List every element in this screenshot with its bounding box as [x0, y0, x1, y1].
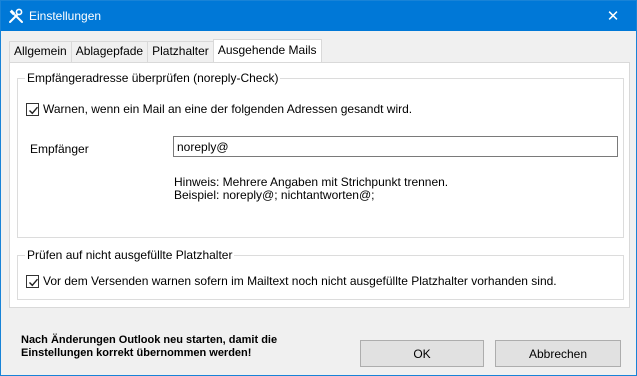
tab-platzhalter[interactable]: Platzhalter — [147, 41, 214, 62]
restart-note: Nach Änderungen Outlook neu starten, dam… — [21, 334, 278, 359]
tools-icon — [8, 8, 24, 24]
checkmark-icon — [29, 106, 39, 114]
cancel-button[interactable]: Abbrechen — [495, 340, 621, 367]
ok-button[interactable]: OK — [360, 340, 484, 367]
title-bar[interactable]: Einstellungen ✕ — [1, 1, 636, 31]
recipient-label: Empfänger — [30, 142, 89, 156]
tab-ablagepfade[interactable]: Ablagepfade — [70, 41, 149, 62]
tab-strip: Allgemein Ablagepfade Platzhalter Ausgeh… — [9, 39, 322, 62]
placeholder-warn-label: Vor dem Versenden warnen sofern im Mailt… — [43, 274, 557, 288]
placeholder-check-group: Prüfen auf nicht ausgefüllte Platzhalter… — [17, 248, 624, 300]
example-text: Beispiel: noreply@; nichtantworten@; — [174, 188, 375, 202]
checkmark-icon — [29, 278, 39, 286]
tab-ausgehende-mails[interactable]: Ausgehende Mails — [212, 39, 322, 62]
noreply-group-legend: Empfängeradresse überprüfen (noreply-Che… — [25, 71, 281, 85]
placeholder-group-legend: Prüfen auf nicht ausgefüllte Platzhalter — [25, 248, 235, 262]
tab-panel: Empfängeradresse überprüfen (noreply-Che… — [9, 62, 630, 308]
recipient-input[interactable] — [173, 136, 618, 157]
tab-allgemein[interactable]: Allgemein — [9, 41, 72, 62]
noreply-warn-label: Warnen, wenn ein Mail an eine der folgen… — [43, 102, 413, 116]
window-title: Einstellungen — [29, 9, 102, 23]
close-button[interactable]: ✕ — [590, 1, 636, 31]
noreply-warn-checkbox[interactable]: Warnen, wenn ein Mail an eine der folgen… — [26, 102, 412, 116]
noreply-check-group: Empfängeradresse überprüfen (noreply-Che… — [17, 71, 624, 238]
close-icon: ✕ — [606, 8, 620, 25]
checkbox-box[interactable] — [26, 102, 39, 116]
placeholder-warn-checkbox[interactable]: Vor dem Versenden warnen sofern im Mailt… — [26, 274, 557, 288]
hint-text: Hinweis: Mehrere Angaben mit Strichpunkt… — [174, 175, 449, 189]
settings-window: Einstellungen ✕ Allgemein Ablagepfade Pl… — [0, 0, 637, 376]
checkbox-box[interactable] — [26, 274, 39, 288]
